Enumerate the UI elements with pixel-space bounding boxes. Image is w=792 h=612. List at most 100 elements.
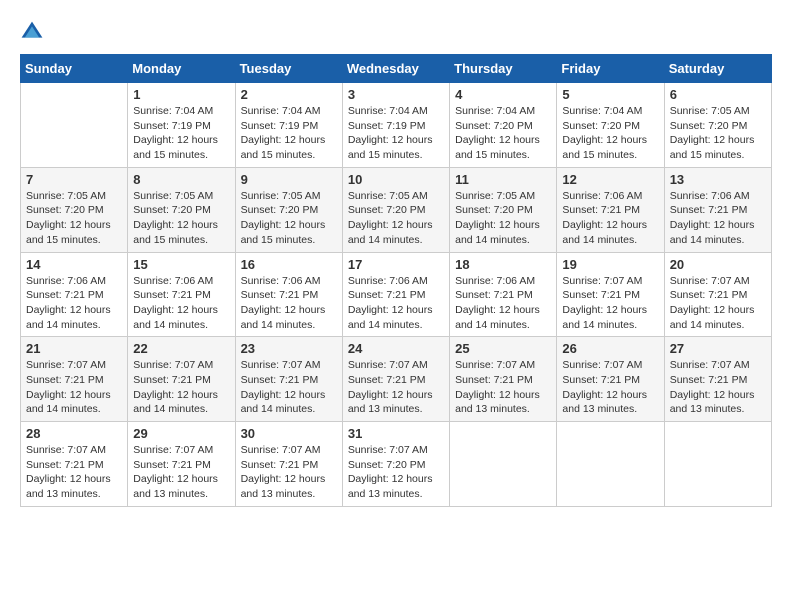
day-info: Sunrise: 7:07 AMSunset: 7:21 PMDaylight:… — [133, 443, 229, 502]
day-number: 29 — [133, 426, 229, 441]
day-number: 16 — [241, 257, 337, 272]
calendar-cell: 10Sunrise: 7:05 AMSunset: 7:20 PMDayligh… — [342, 167, 449, 252]
day-number: 23 — [241, 341, 337, 356]
calendar-cell: 29 Sunrise: 7:07 AMSunset: 7:21 PMDayligh… — [128, 422, 235, 507]
day-info: Sunrise: 7:06 AMSunset: 7:21 PMDaylight:… — [670, 189, 766, 248]
page-header — [20, 20, 772, 44]
day-info: Sunrise: 7:07 AMSunset: 7:21 PMDaylight:… — [562, 274, 658, 333]
day-number: 9 — [241, 172, 337, 187]
calendar-header-monday: Monday — [128, 55, 235, 83]
day-number: 30 — [241, 426, 337, 441]
day-number: 8 — [133, 172, 229, 187]
day-number: 10 — [348, 172, 444, 187]
day-info: Sunrise: 7:07 AMSunset: 7:21 PMDaylight:… — [670, 358, 766, 417]
logo — [20, 20, 48, 44]
day-info: Sunrise: 7:07 AMSunset: 7:21 PMDaylight:… — [348, 358, 444, 417]
day-number: 1 — [133, 87, 229, 102]
day-number: 22 — [133, 341, 229, 356]
calendar-cell: 18Sunrise: 7:06 AMSunset: 7:21 PMDayligh… — [450, 252, 557, 337]
calendar-cell: 11 Sunrise: 7:05 AMSunset: 7:20 PMDayligh… — [450, 167, 557, 252]
calendar-cell: 6Sunrise: 7:05 AMSunset: 7:20 PMDaylight… — [664, 83, 771, 168]
day-info: Sunrise: 7:06 AMSunset: 7:21 PMDaylight:… — [455, 274, 551, 333]
calendar-week-row: 21 Sunrise: 7:07 AMSunset: 7:21 PMDayligh… — [21, 337, 772, 422]
calendar-cell: 26 Sunrise: 7:07 AMSunset: 7:21 PMDayligh… — [557, 337, 664, 422]
calendar-week-row: 7 Sunrise: 7:05 AMSunset: 7:20 PMDaylight… — [21, 167, 772, 252]
day-number: 14 — [26, 257, 122, 272]
day-number: 7 — [26, 172, 122, 187]
calendar-cell: 14Sunrise: 7:06 AMSunset: 7:21 PMDayligh… — [21, 252, 128, 337]
day-info: Sunrise: 7:05 AMSunset: 7:20 PMDaylight:… — [241, 189, 337, 248]
day-number: 19 — [562, 257, 658, 272]
calendar-cell: 9 Sunrise: 7:05 AMSunset: 7:20 PMDaylight… — [235, 167, 342, 252]
calendar-cell: 12 Sunrise: 7:06 AMSunset: 7:21 PMDayligh… — [557, 167, 664, 252]
day-number: 13 — [670, 172, 766, 187]
day-info: Sunrise: 7:07 AMSunset: 7:21 PMDaylight:… — [455, 358, 551, 417]
day-info: Sunrise: 7:07 AMSunset: 7:21 PMDaylight:… — [133, 358, 229, 417]
calendar-cell: 17Sunrise: 7:06 AMSunset: 7:21 PMDayligh… — [342, 252, 449, 337]
calendar-table: SundayMondayTuesdayWednesdayThursdayFrid… — [20, 54, 772, 507]
day-number: 11 — [455, 172, 551, 187]
calendar-cell: 30 Sunrise: 7:07 AMSunset: 7:21 PMDayligh… — [235, 422, 342, 507]
day-number: 3 — [348, 87, 444, 102]
day-info: Sunrise: 7:04 AMSunset: 7:20 PMDaylight:… — [562, 104, 658, 163]
calendar-cell: 15 Sunrise: 7:06 AMSunset: 7:21 PMDayligh… — [128, 252, 235, 337]
calendar-cell: 2 Sunrise: 7:04 AMSunset: 7:19 PMDaylight… — [235, 83, 342, 168]
day-info: Sunrise: 7:07 AMSunset: 7:21 PMDaylight:… — [26, 358, 122, 417]
day-info: Sunrise: 7:07 AMSunset: 7:21 PMDaylight:… — [241, 358, 337, 417]
day-info: Sunrise: 7:07 AMSunset: 7:21 PMDaylight:… — [26, 443, 122, 502]
calendar-cell — [21, 83, 128, 168]
calendar-week-row: 1 Sunrise: 7:04 AMSunset: 7:19 PMDaylight… — [21, 83, 772, 168]
calendar-header-saturday: Saturday — [664, 55, 771, 83]
calendar-cell: 16 Sunrise: 7:06 AMSunset: 7:21 PMDayligh… — [235, 252, 342, 337]
day-info: Sunrise: 7:06 AMSunset: 7:21 PMDaylight:… — [241, 274, 337, 333]
calendar-header-wednesday: Wednesday — [342, 55, 449, 83]
calendar-cell: 27 Sunrise: 7:07 AMSunset: 7:21 PMDayligh… — [664, 337, 771, 422]
day-number: 2 — [241, 87, 337, 102]
day-info: Sunrise: 7:05 AMSunset: 7:20 PMDaylight:… — [455, 189, 551, 248]
calendar-cell: 8 Sunrise: 7:05 AMSunset: 7:20 PMDaylight… — [128, 167, 235, 252]
day-info: Sunrise: 7:07 AMSunset: 7:21 PMDaylight:… — [241, 443, 337, 502]
day-info: Sunrise: 7:04 AMSunset: 7:20 PMDaylight:… — [455, 104, 551, 163]
calendar-cell: 1 Sunrise: 7:04 AMSunset: 7:19 PMDaylight… — [128, 83, 235, 168]
calendar-cell: 7Sunrise: 7:05 AMSunset: 7:20 PMDaylight… — [21, 167, 128, 252]
day-number: 20 — [670, 257, 766, 272]
calendar-cell — [664, 422, 771, 507]
day-info: Sunrise: 7:06 AMSunset: 7:21 PMDaylight:… — [562, 189, 658, 248]
day-number: 26 — [562, 341, 658, 356]
day-info: Sunrise: 7:04 AMSunset: 7:19 PMDaylight:… — [348, 104, 444, 163]
day-info: Sunrise: 7:04 AMSunset: 7:19 PMDaylight:… — [241, 104, 337, 163]
calendar-cell: 19 Sunrise: 7:07 AMSunset: 7:21 PMDayligh… — [557, 252, 664, 337]
calendar-cell: 13 Sunrise: 7:06 AMSunset: 7:21 PMDayligh… — [664, 167, 771, 252]
calendar-cell: 20 Sunrise: 7:07 AMSunset: 7:21 PMDayligh… — [664, 252, 771, 337]
logo-icon — [20, 20, 44, 44]
day-info: Sunrise: 7:07 AMSunset: 7:21 PMDaylight:… — [562, 358, 658, 417]
day-info: Sunrise: 7:04 AMSunset: 7:19 PMDaylight:… — [133, 104, 229, 163]
calendar-cell: 4 Sunrise: 7:04 AMSunset: 7:20 PMDaylight… — [450, 83, 557, 168]
calendar-cell: 21 Sunrise: 7:07 AMSunset: 7:21 PMDayligh… — [21, 337, 128, 422]
day-info: Sunrise: 7:05 AMSunset: 7:20 PMDaylight:… — [133, 189, 229, 248]
day-info: Sunrise: 7:06 AMSunset: 7:21 PMDaylight:… — [133, 274, 229, 333]
day-number: 27 — [670, 341, 766, 356]
calendar-header-tuesday: Tuesday — [235, 55, 342, 83]
day-number: 21 — [26, 341, 122, 356]
calendar-cell: 3 Sunrise: 7:04 AMSunset: 7:19 PMDaylight… — [342, 83, 449, 168]
calendar-header-thursday: Thursday — [450, 55, 557, 83]
day-number: 12 — [562, 172, 658, 187]
calendar-cell: 5 Sunrise: 7:04 AMSunset: 7:20 PMDaylight… — [557, 83, 664, 168]
calendar-cell: 23 Sunrise: 7:07 AMSunset: 7:21 PMDayligh… — [235, 337, 342, 422]
day-number: 28 — [26, 426, 122, 441]
calendar-cell: 22 Sunrise: 7:07 AMSunset: 7:21 PMDayligh… — [128, 337, 235, 422]
day-number: 25 — [455, 341, 551, 356]
day-number: 17 — [348, 257, 444, 272]
day-info: Sunrise: 7:05 AMSunset: 7:20 PMDaylight:… — [670, 104, 766, 163]
calendar-week-row: 14 Sunrise: 7:06 AMSunset: 7:21 PMDayligh… — [21, 252, 772, 337]
day-number: 5 — [562, 87, 658, 102]
calendar-cell: 31Sunrise: 7:07 AMSunset: 7:20 PMDayligh… — [342, 422, 449, 507]
day-number: 15 — [133, 257, 229, 272]
day-number: 4 — [455, 87, 551, 102]
calendar-header-row: SundayMondayTuesdayWednesdayThursdayFrid… — [21, 55, 772, 83]
day-number: 24 — [348, 341, 444, 356]
calendar-cell: 24 Sunrise: 7:07 AMSunset: 7:21 PMDayligh… — [342, 337, 449, 422]
day-info: Sunrise: 7:07 AMSunset: 7:21 PMDaylight:… — [670, 274, 766, 333]
calendar-week-row: 28 Sunrise: 7:07 AMSunset: 7:21 PMDayligh… — [21, 422, 772, 507]
